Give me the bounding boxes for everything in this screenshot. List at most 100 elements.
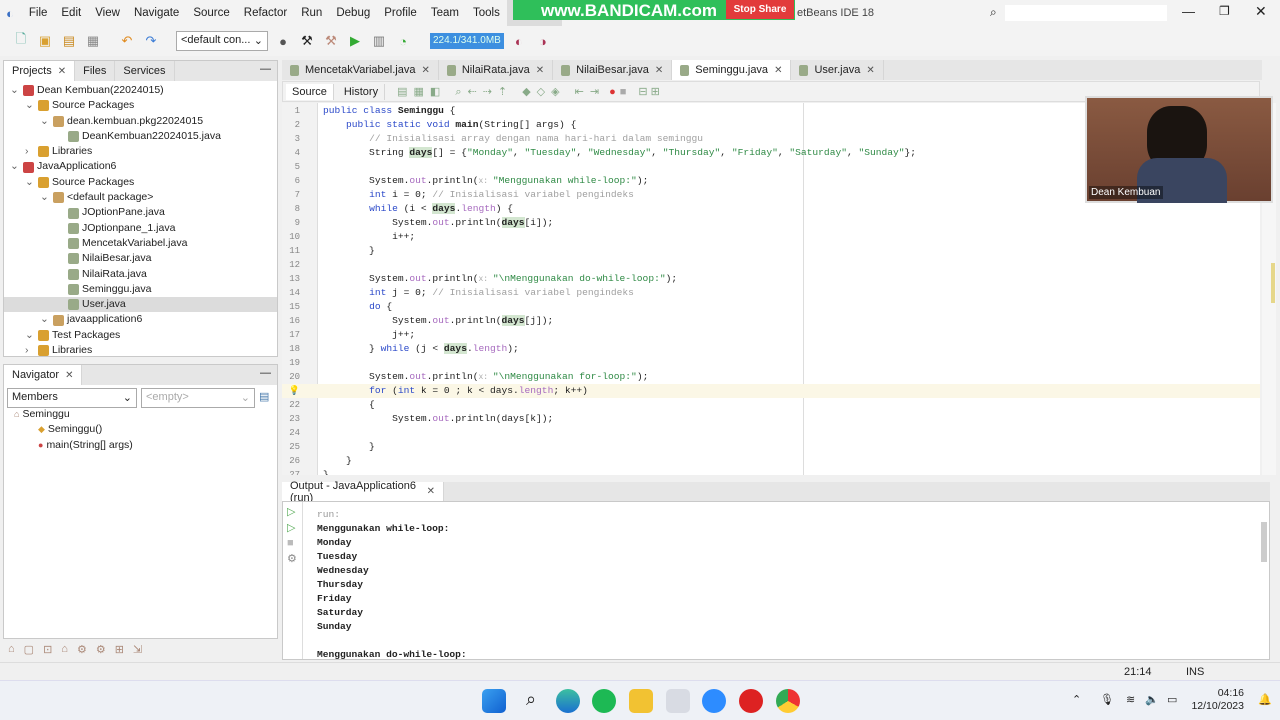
profiler-snapshot-icon[interactable]: ◑ — [534, 32, 552, 50]
spotify-icon[interactable] — [592, 689, 616, 713]
tree-item[interactable]: ⌄ dean.kembuan.pkg22024015 — [4, 114, 277, 129]
source-mode-tab[interactable]: Source — [286, 83, 334, 100]
menu-debug[interactable]: Debug — [329, 0, 377, 26]
filter-icon[interactable]: ▤ — [259, 390, 269, 403]
undo-icon[interactable]: ↶ — [118, 32, 136, 50]
battery-icon[interactable]: ▭ — [1167, 693, 1177, 706]
navigator-item[interactable]: ⌂ Seminggu — [8, 407, 133, 422]
record-macro-icon[interactable]: ● — [609, 86, 616, 98]
tree-item[interactable]: › Libraries — [4, 144, 277, 159]
filter-static-icon[interactable]: ▢ — [24, 643, 34, 656]
expand-toggle-icon[interactable]: ⌄ — [40, 190, 50, 205]
menu-navigate[interactable]: Navigate — [127, 0, 186, 26]
tree-item[interactable]: ⌄ <default package> — [4, 190, 277, 205]
open-project-icon[interactable]: ▤ — [60, 32, 78, 50]
tree-item[interactable]: User.java — [4, 297, 277, 313]
tree-item[interactable]: JOptionpane_1.java — [4, 221, 277, 236]
menu-view[interactable]: View — [88, 0, 127, 26]
rerun-params-icon[interactable]: ▷ — [287, 521, 298, 534]
menu-refactor[interactable]: Refactor — [237, 0, 294, 26]
members-select[interactable]: Members ⌄ — [7, 388, 137, 408]
menu-profile[interactable]: Profile — [377, 0, 424, 26]
minimize-panel-icon[interactable]: — — [260, 367, 271, 379]
zoom-icon[interactable] — [702, 689, 726, 713]
maximize-button[interactable]: ❐ — [1219, 4, 1230, 18]
run-icon[interactable]: ▶ — [346, 32, 364, 50]
close-icon[interactable]: ✕ — [866, 65, 874, 76]
tray-overflow-icon[interactable]: ⌃ — [1072, 693, 1081, 706]
menu-edit[interactable]: Edit — [54, 0, 88, 26]
close-button[interactable]: ✕ — [1255, 3, 1267, 20]
close-icon[interactable]: ✕ — [421, 65, 429, 76]
search-input[interactable] — [1005, 5, 1167, 21]
expand-toggle-icon[interactable]: ⌄ — [25, 175, 35, 190]
tab-output[interactable]: Output - JavaApplication6 (run) ✕ — [282, 480, 444, 504]
file-explorer-icon[interactable] — [629, 689, 653, 713]
expand-toggle-icon[interactable]: ⌄ — [25, 98, 35, 113]
chrome-icon[interactable] — [776, 689, 800, 713]
build-icon[interactable]: ⚒ — [298, 32, 316, 50]
empty-select[interactable]: <empty> ⌄ — [141, 388, 255, 408]
settings-icon[interactable]: ⚙ — [287, 552, 298, 565]
tree-item[interactable]: ⌄ Source Packages — [4, 98, 277, 113]
comment-icon[interactable]: ⊟ ⊞ — [638, 85, 660, 98]
new-file-icon[interactable]: 🗋 — [12, 31, 30, 50]
search-icon[interactable]: ⌕ — [990, 5, 997, 20]
tree-item[interactable]: ⌄ Test Packages — [4, 328, 277, 343]
editor-tab[interactable]: User.java ✕ — [791, 60, 884, 80]
tree-item[interactable]: ⌄ Dean Kembuan(22024015) — [4, 83, 277, 98]
menu-source[interactable]: Source — [186, 0, 236, 26]
expand-toggle-icon[interactable]: ⌄ — [10, 159, 20, 174]
config-select[interactable]: <default con... ⌄ — [176, 31, 268, 51]
expand-icon[interactable]: ⇲ — [133, 643, 142, 656]
tree-item[interactable]: ⌄ Source Packages — [4, 175, 277, 190]
windows-start-icon[interactable] — [482, 689, 506, 713]
tree-item[interactable]: NilaiRata.java — [4, 267, 277, 282]
memory-indicator[interactable]: 224.1/341.0MB — [430, 33, 504, 49]
expand-toggle-icon[interactable]: › — [25, 343, 35, 358]
editor-tab[interactable]: Seminggu.java ✕ — [672, 60, 792, 80]
history-mode-tab[interactable]: History — [338, 83, 386, 100]
notification-icon[interactable]: 🔔 — [1258, 693, 1272, 706]
wifi-icon[interactable]: ≋ — [1126, 693, 1135, 706]
redo-icon[interactable]: ↷ — [142, 32, 160, 50]
stop-macro-icon[interactable]: ■ — [620, 86, 627, 98]
tree-item[interactable]: JOptionPane.java — [4, 205, 277, 220]
filter-nonpublic-icon[interactable]: ⊡ — [43, 643, 52, 656]
tree-item[interactable]: MencetakVariabel.java — [4, 236, 277, 251]
close-icon[interactable]: ✕ — [65, 370, 73, 381]
tab-navigator[interactable]: Navigator ✕ — [4, 365, 83, 385]
globe-icon[interactable]: ● — [274, 32, 292, 50]
tree-item[interactable]: › Libraries — [4, 343, 277, 358]
expand-toggle-icon[interactable]: ⌄ — [40, 312, 50, 327]
tree-item[interactable]: Seminggu.java — [4, 282, 277, 297]
clean-build-icon[interactable]: ⚒ — [322, 32, 340, 50]
close-icon[interactable]: ✕ — [427, 486, 435, 497]
editor-action-icons[interactable]: ▤▦◧ ⌕⇠⇢⇡ ◆◇◈ ⇤⇥ — [397, 85, 605, 99]
microphone-icon[interactable]: 🎙 — [1100, 693, 1114, 706]
rerun-icon[interactable]: ▷ — [287, 505, 298, 518]
navigator-item[interactable]: ● main(String[] args) — [8, 438, 133, 453]
volume-icon[interactable]: 🔈 — [1145, 693, 1159, 706]
minimize-panel-icon[interactable]: — — [260, 63, 271, 75]
navigator-item[interactable]: ◆ Seminggu() — [8, 422, 133, 437]
editor-tab[interactable]: NilaiRata.java ✕ — [439, 60, 554, 80]
filter-inherited-icon[interactable]: ⌂ — [61, 643, 68, 656]
gc-icon[interactable]: ◐ — [510, 32, 528, 50]
bandicam-icon[interactable] — [739, 689, 763, 713]
search-icon[interactable]: ⌕ — [519, 689, 543, 713]
edge-icon[interactable] — [556, 689, 580, 713]
editor-tab[interactable]: MencetakVariabel.java ✕ — [282, 60, 439, 80]
tab-files[interactable]: Files — [75, 61, 116, 81]
menu-tools[interactable]: Tools — [466, 0, 507, 26]
menu-run[interactable]: Run — [294, 0, 329, 26]
tree-item[interactable]: DeanKembuan22024015.java — [4, 129, 277, 144]
save-all-icon[interactable]: ▦ — [84, 32, 102, 50]
tree-item[interactable]: ⌄ JavaApplication6 — [4, 159, 277, 174]
close-icon[interactable]: ✕ — [655, 65, 663, 76]
expand-toggle-icon[interactable]: ⌄ — [40, 114, 50, 129]
output-scrollbar[interactable] — [1261, 522, 1267, 562]
minimize-button[interactable]: — — [1182, 4, 1195, 19]
netbeans-taskbar-icon[interactable] — [666, 689, 690, 713]
stop-icon[interactable]: ■ — [287, 537, 298, 549]
